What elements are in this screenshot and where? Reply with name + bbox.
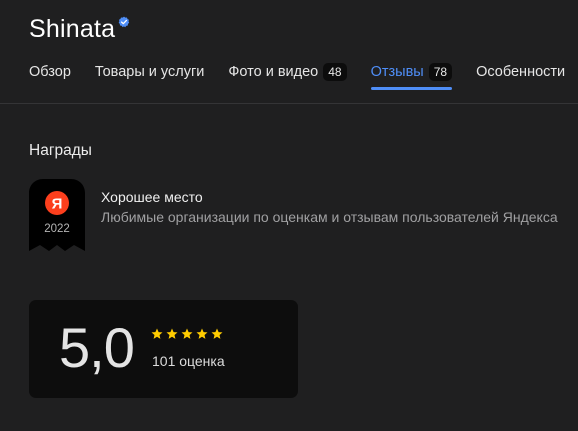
badge-year: 2022 bbox=[44, 223, 70, 235]
organization-title: Shinata bbox=[29, 15, 116, 43]
star-icon bbox=[166, 328, 178, 339]
tab-photo-and-video[interactable]: Фото и видео 48 bbox=[228, 62, 347, 90]
tab-label: Отзывы bbox=[370, 64, 424, 80]
tab-bar: Обзор Товары и услуги Фото и видео 48 От… bbox=[29, 62, 578, 92]
verified-check-icon bbox=[118, 16, 130, 28]
tab-overview[interactable]: Обзор bbox=[29, 62, 71, 90]
award-badge: Я 2022 bbox=[29, 179, 85, 251]
star-icon bbox=[211, 328, 223, 339]
award-name: Хорошее место bbox=[101, 189, 203, 205]
star-icon bbox=[151, 328, 163, 339]
badge-logo-letter: Я bbox=[52, 196, 63, 213]
tab-label: Товары и услуги bbox=[94, 64, 205, 80]
star-icon bbox=[181, 328, 193, 339]
tab-features[interactable]: Особенности bbox=[476, 62, 565, 90]
awards-section-title: Награды bbox=[29, 142, 92, 159]
tab-label: Обзор bbox=[29, 64, 71, 80]
title-row: Shinata bbox=[29, 14, 130, 44]
rating-card[interactable]: 5,0 101 оценка bbox=[29, 300, 298, 398]
tab-count-badge: 78 bbox=[428, 63, 453, 81]
tab-goods-and-services[interactable]: Товары и услуги bbox=[95, 62, 204, 90]
tab-reviews[interactable]: Отзывы 78 bbox=[370, 62, 453, 90]
rating-stars bbox=[151, 328, 226, 340]
award-info: Хорошее место Любимые организации по оце… bbox=[101, 187, 571, 226]
star-icon bbox=[196, 328, 208, 339]
tab-label: Фото и видео bbox=[228, 64, 319, 80]
tab-label: Особенности bbox=[476, 64, 566, 80]
rating-count: 101 оценка bbox=[152, 353, 225, 369]
header-divider bbox=[0, 103, 578, 104]
rating-value: 5,0 bbox=[59, 316, 135, 379]
tab-count-badge: 48 bbox=[323, 63, 347, 81]
award-description: Любимые организации по оценкам и отзывам… bbox=[101, 209, 558, 225]
organization-page: Shinata Обзор Товары и услуги Фото и вид… bbox=[0, 0, 578, 431]
